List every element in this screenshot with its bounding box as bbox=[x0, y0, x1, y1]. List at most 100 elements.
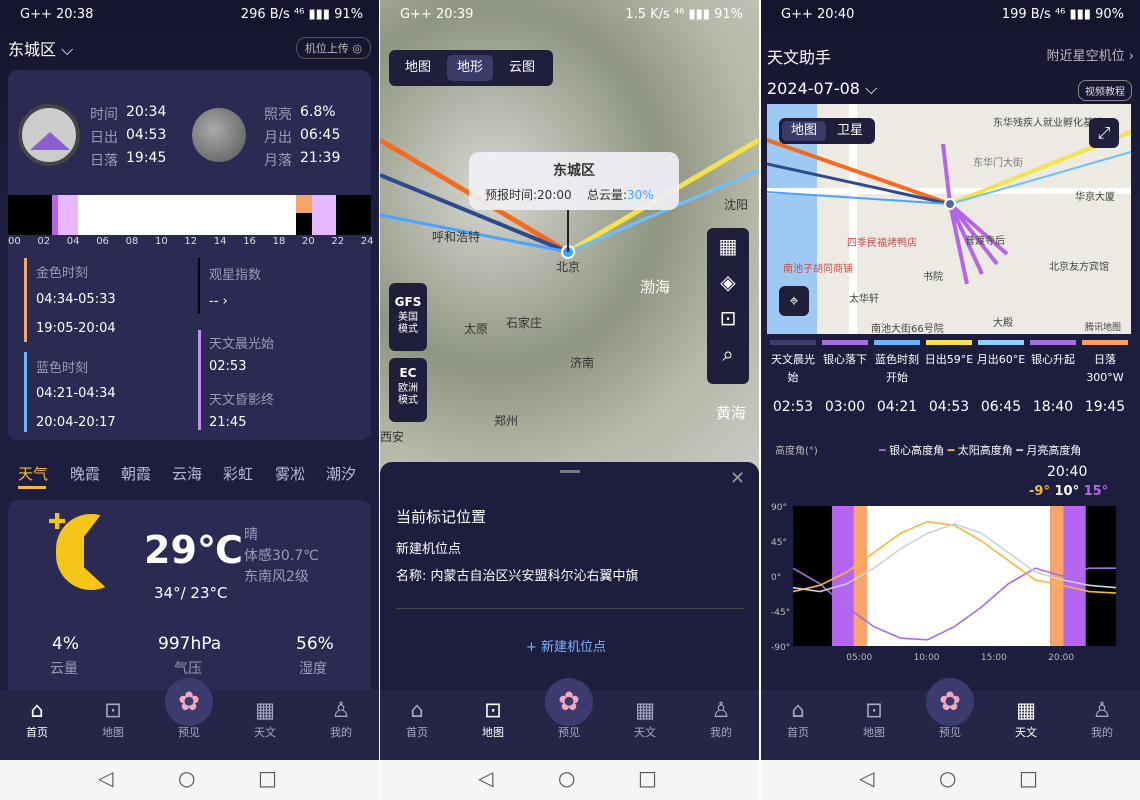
event-time: 04:53 bbox=[928, 399, 970, 415]
forecast-popup[interactable]: 东城区 预报时间:20:00 总云量:30% bbox=[469, 152, 679, 210]
event-color-bar bbox=[822, 340, 868, 345]
tabbar-forecast[interactable]: ✿ 预见 bbox=[920, 678, 980, 760]
tabbar-forecast[interactable]: ✿ 预见 bbox=[539, 678, 599, 760]
layers-icon[interactable]: ◈ bbox=[707, 270, 749, 306]
golden-am: 04:34-05:33 bbox=[36, 292, 116, 307]
tabbar-label: 天文 bbox=[1015, 726, 1037, 739]
home-circle-icon[interactable]: ○ bbox=[178, 766, 195, 790]
tab-map[interactable]: 地图 bbox=[782, 121, 826, 141]
video-tutorial-button[interactable]: 视频教程 bbox=[1078, 80, 1132, 101]
tab-cloud-sea[interactable]: 云海 bbox=[172, 463, 202, 484]
tabbar-astro[interactable]: ▦ 天文 bbox=[615, 690, 675, 760]
back-icon[interactable]: ◁ bbox=[859, 766, 874, 790]
close-icon[interactable]: ✕ bbox=[730, 468, 745, 489]
tabbar-forecast[interactable]: ✿ 预见 bbox=[159, 678, 219, 760]
place-taiyuan: 太原 bbox=[464, 322, 489, 336]
recents-icon[interactable]: □ bbox=[258, 766, 277, 790]
back-icon[interactable]: ◁ bbox=[478, 766, 493, 790]
new-spot-button[interactable]: + 新建机位点 bbox=[526, 636, 606, 655]
tabbar-astro[interactable]: ▦ 天文 bbox=[235, 690, 295, 760]
location-pin[interactable] bbox=[944, 198, 956, 210]
moonrise-label: 月出 bbox=[264, 130, 292, 146]
calendar-star-icon: ▦ bbox=[255, 698, 275, 722]
tab-tide[interactable]: 潮汐 bbox=[326, 463, 356, 484]
tabbar-label: 天文 bbox=[634, 726, 656, 739]
search-icon[interactable]: ⌕ bbox=[707, 342, 749, 378]
tabbar-map[interactable]: ⊡ 地图 bbox=[463, 690, 523, 760]
tabbar-astro[interactable]: ▦ 天文 bbox=[996, 690, 1056, 760]
tabbar-home[interactable]: ⌂ 首页 bbox=[387, 690, 447, 760]
grid-icon[interactable]: ▦ bbox=[707, 234, 749, 270]
model-ec-button[interactable]: EC 欧洲模式 bbox=[389, 358, 427, 422]
locate-icon[interactable]: ⌖ bbox=[779, 286, 809, 316]
x-tick: 15:00 bbox=[981, 653, 1007, 663]
map-label: 南池大街66号院 bbox=[871, 324, 944, 334]
tab-sunrise-glow[interactable]: 朝霞 bbox=[121, 463, 151, 484]
sheet-subtitle: 新建机位点 bbox=[396, 542, 462, 557]
home-circle-icon[interactable]: ○ bbox=[558, 766, 575, 790]
event-cell: 月出60°E 06:45 bbox=[975, 340, 1027, 418]
timeline-tick: 14 bbox=[213, 236, 227, 247]
recents-icon[interactable]: □ bbox=[1019, 766, 1038, 790]
timeline-tick: 12 bbox=[184, 236, 198, 247]
day-segment bbox=[78, 195, 296, 235]
date-selector[interactable]: 2024-07-08 ⌵ bbox=[767, 79, 877, 99]
star-small-icon: ✚ bbox=[66, 538, 78, 554]
map-label: 四季民福烤鸭店 bbox=[847, 238, 917, 249]
pressure-value: 997hPa bbox=[158, 634, 222, 654]
tabbar-home[interactable]: ⌂ 首页 bbox=[768, 690, 828, 760]
location-selector[interactable]: 东城区 ⌵ bbox=[8, 36, 73, 60]
drag-handle[interactable] bbox=[560, 470, 580, 473]
event-time: 06:45 bbox=[980, 399, 1022, 415]
astro-dusk-label: 天文昏影终 bbox=[209, 393, 275, 408]
tab-rime[interactable]: 雾凇 bbox=[275, 463, 305, 484]
map-label: 太华轩 bbox=[849, 294, 879, 305]
model-ec-label: EC bbox=[399, 366, 417, 380]
expand-icon[interactable]: ⤢ bbox=[1089, 118, 1119, 148]
altitude-chart: 90° 45° 0° -45° -90° 05:00 10:00 15:00 20:00 bbox=[771, 503, 1117, 663]
tabbar-label: 预见 bbox=[939, 726, 961, 739]
tab-rainbow[interactable]: 彩虹 bbox=[223, 463, 253, 484]
phone-home-screen: G++ 20:38 296 B/s ⁴⁶ ▮▮▮ 91% 东城区 ⌵ 机位上传 … bbox=[0, 0, 379, 800]
calendar-star-icon: ▦ bbox=[1016, 698, 1036, 722]
user-icon: ♙ bbox=[331, 698, 351, 722]
tab-cloud-map[interactable]: 云图 bbox=[499, 55, 545, 81]
astro-card: 时间 20:34 日出 04:53 日落 19:45 照亮 6.8% 月出 06… bbox=[8, 70, 371, 440]
popup-title: 东城区 bbox=[553, 163, 595, 179]
home-icon: ⌂ bbox=[791, 698, 805, 722]
tab-sunset-glow[interactable]: 晚霞 bbox=[70, 463, 100, 484]
camera-icon: ⊡ bbox=[484, 698, 502, 722]
calendar-star-icon: ▦ bbox=[635, 698, 655, 722]
tabbar-profile[interactable]: ♙ 我的 bbox=[691, 690, 751, 760]
tabbar-profile[interactable]: ♙ 我的 bbox=[1072, 690, 1132, 760]
star-index-value[interactable]: -- › bbox=[209, 294, 228, 309]
tab-satellite[interactable]: 卫星 bbox=[828, 121, 872, 141]
tabbar-home[interactable]: ⌂ 首页 bbox=[7, 690, 67, 760]
y-tick: -90° bbox=[771, 643, 790, 653]
legend-galaxy: 银心高度角 bbox=[889, 444, 945, 457]
astro-dusk-value: 21:45 bbox=[209, 415, 247, 430]
recents-icon[interactable]: □ bbox=[638, 766, 657, 790]
tab-weather[interactable]: 天气 bbox=[18, 463, 48, 484]
place-xian: 西安 bbox=[380, 430, 405, 444]
status-time: G++ 20:40 bbox=[781, 7, 855, 22]
tabbar-profile[interactable]: ♙ 我的 bbox=[311, 690, 371, 760]
model-gfs-button[interactable]: GFS 美国模式 bbox=[389, 283, 427, 351]
camera-icon[interactable]: ⊡ bbox=[707, 306, 749, 342]
upload-spot-button[interactable]: 机位上传 ◎ bbox=[295, 37, 371, 59]
bottom-tabbar: ⌂ 首页 ⊡ 地图 ✿ 预见 ▦ 天文 ♙ 我的 bbox=[0, 678, 379, 760]
tabbar-map[interactable]: ⊡ 地图 bbox=[83, 690, 143, 760]
home-circle-icon[interactable]: ○ bbox=[939, 766, 956, 790]
street-map[interactable]: 东华残疾人就业孵化基地 东华门大街 华京大厦 四季民福烤鸭店 普渡寺后 南池子胡… bbox=[767, 104, 1131, 334]
back-icon[interactable]: ◁ bbox=[98, 766, 113, 790]
tabbar-map[interactable]: ⊡ 地图 bbox=[844, 690, 904, 760]
timeline-tick: 20 bbox=[302, 236, 315, 247]
nearby-spots-link[interactable]: 附近星空机位 › bbox=[1047, 45, 1134, 64]
event-color-bar bbox=[770, 340, 816, 345]
sunset-label: 日落 bbox=[90, 153, 118, 169]
tabbar-label: 天文 bbox=[254, 726, 276, 739]
tab-terrain[interactable]: 地形 bbox=[447, 55, 493, 81]
map-label: 北京友方宾馆 bbox=[1049, 262, 1109, 273]
tab-map[interactable]: 地图 bbox=[395, 55, 441, 81]
map-label: 华京大厦 bbox=[1075, 192, 1115, 203]
